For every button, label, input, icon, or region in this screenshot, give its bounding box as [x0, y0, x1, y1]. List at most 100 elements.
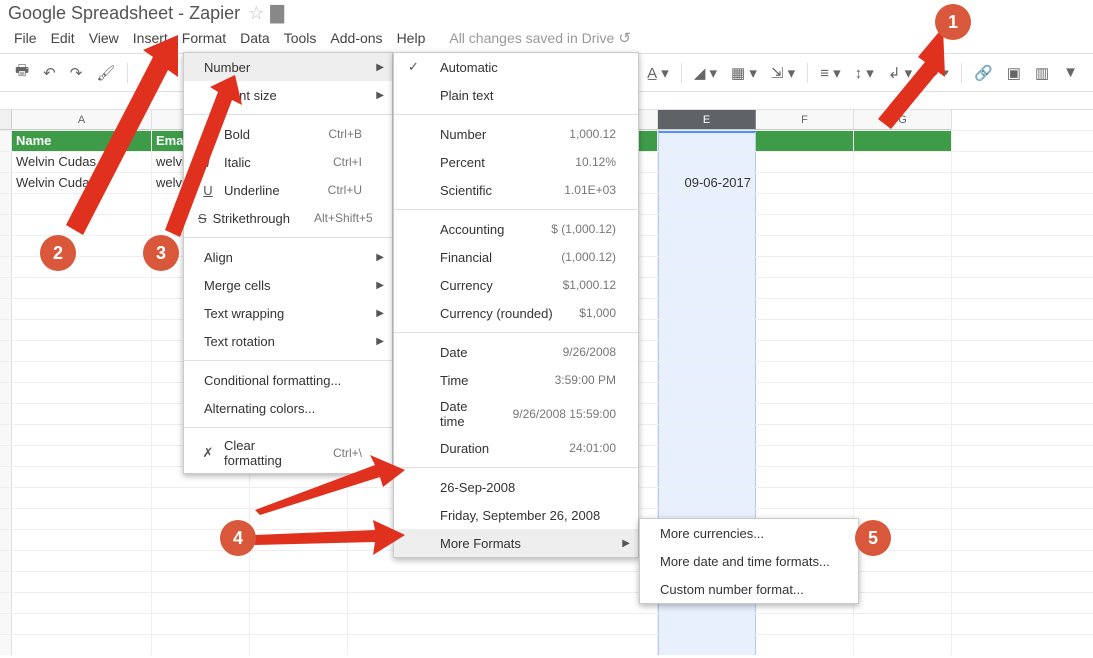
- cell[interactable]: [12, 446, 152, 466]
- cell[interactable]: [152, 488, 250, 508]
- row-header[interactable]: [0, 425, 12, 445]
- cell[interactable]: [658, 635, 756, 655]
- number-duration[interactable]: Duration 24:01:00: [394, 434, 638, 462]
- row-header[interactable]: [0, 215, 12, 235]
- cell[interactable]: [854, 152, 952, 172]
- cell[interactable]: [12, 404, 152, 424]
- cell[interactable]: [12, 362, 152, 382]
- number-scientific[interactable]: Scientific 1.01E+03: [394, 176, 638, 204]
- cell[interactable]: [658, 236, 756, 256]
- cell[interactable]: [756, 173, 854, 193]
- cell[interactable]: [12, 257, 152, 277]
- row-header[interactable]: [0, 593, 12, 613]
- cell[interactable]: [658, 362, 756, 382]
- menu-file[interactable]: File: [14, 30, 37, 46]
- cell[interactable]: [12, 320, 152, 340]
- text-color-icon[interactable]: A̲ ▾: [647, 64, 669, 82]
- halign-icon[interactable]: ≡ ▾: [820, 64, 840, 82]
- row-header[interactable]: [0, 362, 12, 382]
- row-header[interactable]: [0, 278, 12, 298]
- cell[interactable]: [12, 341, 152, 361]
- cell[interactable]: [152, 572, 250, 592]
- row-header[interactable]: [0, 341, 12, 361]
- folder-icon[interactable]: ▇: [270, 3, 284, 24]
- row-header[interactable]: [0, 530, 12, 550]
- cell[interactable]: [854, 446, 952, 466]
- row-header[interactable]: [0, 299, 12, 319]
- row-header[interactable]: [0, 404, 12, 424]
- history-icon[interactable]: ↺: [618, 29, 631, 47]
- row-header[interactable]: [0, 257, 12, 277]
- number-more-formats[interactable]: More Formats ▶: [394, 529, 638, 557]
- number-date[interactable]: Date 9/26/2008: [394, 338, 638, 366]
- cell[interactable]: [348, 572, 658, 592]
- borders-icon[interactable]: ▦ ▾: [731, 64, 757, 82]
- format-conditional[interactable]: Conditional formatting...: [184, 366, 392, 394]
- cell[interactable]: [854, 467, 952, 487]
- cell[interactable]: 09-06-2017: [658, 173, 756, 193]
- cell[interactable]: [756, 635, 854, 655]
- cell[interactable]: [756, 488, 854, 508]
- cell[interactable]: [756, 341, 854, 361]
- cell[interactable]: [756, 404, 854, 424]
- cell[interactable]: [756, 278, 854, 298]
- cell[interactable]: [12, 614, 152, 634]
- cell[interactable]: [658, 257, 756, 277]
- cell[interactable]: [756, 215, 854, 235]
- cell[interactable]: [12, 509, 152, 529]
- menu-help[interactable]: Help: [397, 30, 426, 46]
- number-custom1[interactable]: 26-Sep-2008: [394, 473, 638, 501]
- cell[interactable]: [756, 614, 854, 634]
- cell[interactable]: [854, 257, 952, 277]
- menu-addons[interactable]: Add-ons: [330, 30, 382, 46]
- cell[interactable]: [854, 299, 952, 319]
- menu-format[interactable]: Format: [182, 30, 226, 46]
- number-custom2[interactable]: Friday, September 26, 2008: [394, 501, 638, 529]
- number-percent[interactable]: Percent 10.12%: [394, 148, 638, 176]
- cell[interactable]: [348, 593, 658, 613]
- row-header[interactable]: [0, 236, 12, 256]
- cell[interactable]: [12, 488, 152, 508]
- cell[interactable]: [658, 278, 756, 298]
- format-rotate[interactable]: Text rotation ▶: [184, 327, 392, 355]
- cell[interactable]: [12, 551, 152, 571]
- number-plain[interactable]: Plain text: [394, 81, 638, 109]
- cell[interactable]: [756, 320, 854, 340]
- filter-icon[interactable]: ▼: [1063, 64, 1078, 81]
- cell[interactable]: [250, 572, 348, 592]
- header-cell[interactable]: [756, 131, 854, 151]
- cell[interactable]: [854, 404, 952, 424]
- cell[interactable]: [250, 593, 348, 613]
- cell[interactable]: [854, 173, 952, 193]
- number-time[interactable]: Time 3:59:00 PM: [394, 366, 638, 394]
- fill-color-icon[interactable]: ◢ ▾: [694, 64, 717, 82]
- cell[interactable]: [658, 341, 756, 361]
- cell[interactable]: [12, 425, 152, 445]
- cell[interactable]: [854, 572, 952, 592]
- cell[interactable]: [658, 446, 756, 466]
- cell[interactable]: [854, 278, 952, 298]
- row-header[interactable]: [0, 383, 12, 403]
- cell[interactable]: [854, 236, 952, 256]
- format-alternating[interactable]: Alternating colors...: [184, 394, 392, 422]
- comment-icon[interactable]: ▣: [1007, 64, 1021, 82]
- cell[interactable]: [12, 467, 152, 487]
- cell[interactable]: [658, 404, 756, 424]
- cell[interactable]: [12, 278, 152, 298]
- cell[interactable]: [348, 635, 658, 655]
- menu-data[interactable]: Data: [240, 30, 270, 46]
- cell[interactable]: [756, 467, 854, 487]
- cell[interactable]: [658, 467, 756, 487]
- cell[interactable]: [658, 488, 756, 508]
- star-icon[interactable]: ☆: [248, 3, 264, 24]
- cell[interactable]: [756, 152, 854, 172]
- format-wrap[interactable]: Text wrapping ▶: [184, 299, 392, 327]
- cell[interactable]: [854, 635, 952, 655]
- cell[interactable]: [250, 614, 348, 634]
- undo-icon[interactable]: ↶: [43, 64, 56, 82]
- row-header[interactable]: [0, 194, 12, 214]
- cell[interactable]: [756, 236, 854, 256]
- cell[interactable]: [152, 635, 250, 655]
- cell[interactable]: [12, 593, 152, 613]
- cell[interactable]: [854, 593, 952, 613]
